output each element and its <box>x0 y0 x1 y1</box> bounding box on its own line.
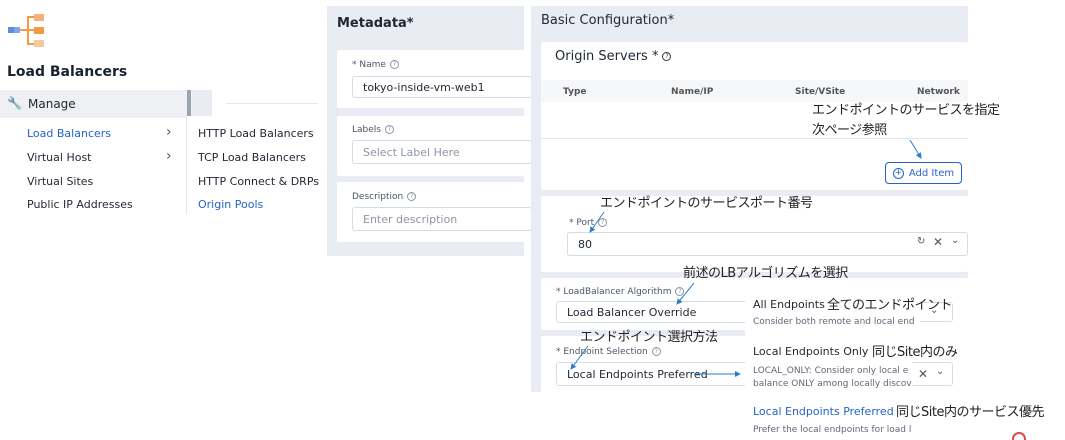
arrow-port <box>589 211 605 233</box>
annotation-arrows <box>570 139 922 377</box>
arrow-lb <box>676 282 695 305</box>
arrow-selection <box>570 345 589 370</box>
arrow-add-item <box>909 139 922 159</box>
corner-indicator <box>1012 432 1026 440</box>
